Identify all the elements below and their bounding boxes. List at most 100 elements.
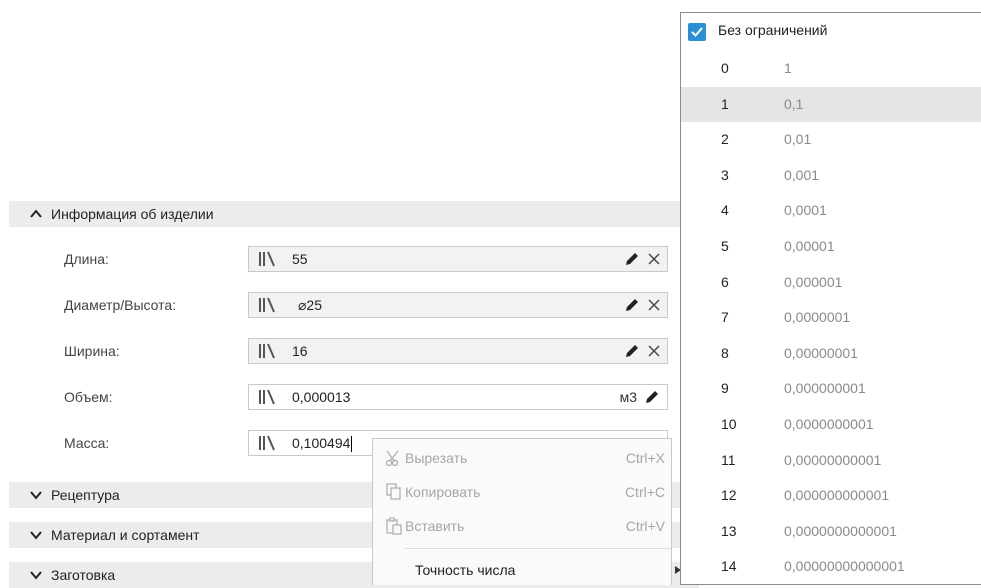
width-value[interactable]: 16 — [292, 343, 308, 359]
precision-option[interactable]: 14 0,00000000000001 — [681, 549, 981, 584]
diameter-label: Диаметр/Высота: — [64, 297, 177, 313]
precision-option-index: 13 — [721, 523, 737, 539]
precision-option[interactable]: 9 0,000000001 — [681, 371, 981, 406]
no-limit-option[interactable]: Без ограничений — [681, 13, 981, 49]
precision-option-value: 0,0000001 — [784, 309, 851, 325]
close-icon[interactable] — [647, 298, 661, 312]
precision-option-value: 1 — [784, 60, 792, 76]
menu-item-precision[interactable]: Точность числа — [373, 555, 681, 585]
paste-icon — [386, 517, 402, 535]
precision-option[interactable]: 6 0,000001 — [681, 265, 981, 300]
section-header-product-info[interactable]: Информация об изделии — [9, 201, 699, 227]
text-caret — [351, 436, 353, 453]
precision-option-index: 12 — [721, 487, 737, 503]
precision-option[interactable]: 1 0,1 — [681, 87, 981, 122]
precision-option[interactable]: 13 0,0000000000001 — [681, 514, 981, 549]
section-label: Заготовка — [51, 567, 116, 583]
precision-option-value: 0,00000000000001 — [784, 558, 905, 574]
length-label: Длина: — [64, 251, 109, 267]
context-menu: Вырезать Ctrl+X Копировать Ctrl+C Встави… — [372, 438, 681, 585]
precision-option-index: 8 — [721, 345, 729, 361]
precision-option-index: 3 — [721, 167, 729, 183]
width-field[interactable]: 16 — [248, 338, 668, 364]
precision-option-index: 10 — [721, 416, 737, 432]
precision-option[interactable]: 10 0,0000000001 — [681, 407, 981, 442]
precision-option[interactable]: 3 0,001 — [681, 158, 981, 193]
diameter-field[interactable]: ⌀25 — [248, 292, 668, 318]
precision-option-value: 0,0000000000001 — [784, 523, 897, 539]
precision-dropdown: Без ограничений 0 1 1 0,1 2 0,01 3 0,001 4 0,0001… — [680, 12, 981, 585]
chevron-down-icon — [30, 491, 42, 500]
close-icon[interactable] — [647, 252, 661, 266]
precision-option-index: 4 — [721, 202, 729, 218]
precision-option[interactable]: 11 0,00000000001 — [681, 443, 981, 478]
precision-option-value: 0,0000000001 — [784, 416, 874, 432]
precision-option-value: 0,1 — [784, 96, 804, 112]
precision-option-value: 0,000001 — [784, 274, 843, 290]
precision-option[interactable]: 4 0,0001 — [681, 193, 981, 228]
chevron-down-icon — [30, 531, 42, 540]
menu-item-paste[interactable]: Вставить Ctrl+V — [373, 511, 673, 541]
precision-option-index: 2 — [721, 131, 729, 147]
length-value[interactable]: 55 — [292, 251, 308, 267]
precision-option-index: 9 — [721, 380, 729, 396]
menu-item-cut[interactable]: Вырезать Ctrl+X — [373, 443, 673, 473]
pencil-icon[interactable] — [624, 297, 640, 313]
library-icon[interactable] — [258, 389, 276, 405]
precision-option[interactable]: 7 0,0000001 — [681, 300, 981, 335]
library-icon[interactable] — [258, 297, 276, 313]
chevron-down-icon — [30, 571, 42, 580]
precision-option-value: 0,000000000001 — [784, 487, 890, 503]
volume-unit: м3 — [619, 389, 637, 405]
precision-option-index: 0 — [721, 60, 729, 76]
copy-icon — [386, 483, 401, 500]
precision-option-value: 0,000000001 — [784, 380, 866, 396]
pencil-icon[interactable] — [624, 343, 640, 359]
volume-label: Объем: — [64, 389, 113, 405]
precision-option-value: 0,00000001 — [784, 345, 858, 361]
diameter-value[interactable]: ⌀25 — [298, 297, 322, 314]
shortcut-label: Ctrl+V — [625, 518, 665, 534]
mass-label: Масса: — [64, 435, 110, 451]
library-icon[interactable] — [258, 251, 276, 267]
precision-option[interactable]: 01 — [681, 51, 981, 86]
precision-option[interactable]: 8 0,00000001 — [681, 336, 981, 371]
precision-option-value: 0,001 — [784, 167, 820, 183]
library-icon[interactable] — [258, 343, 276, 359]
section-label: Информация об изделии — [51, 206, 214, 222]
precision-option[interactable]: 12 0,000000000001 — [681, 478, 981, 513]
menu-item-label: Вырезать — [405, 450, 468, 466]
precision-option[interactable]: 5 0,00001 — [681, 229, 981, 264]
checkbox-checked-icon[interactable] — [688, 23, 706, 41]
library-icon[interactable] — [258, 435, 276, 451]
precision-option-value: 0,0001 — [784, 202, 827, 218]
shortcut-label: Ctrl+X — [625, 450, 665, 466]
menu-item-label: Точность числа — [415, 562, 516, 578]
menu-item-label: Копировать — [405, 484, 481, 500]
section-label: Рецептура — [51, 487, 120, 503]
menu-item-copy[interactable]: Копировать Ctrl+C — [373, 477, 673, 507]
precision-option-value: 0,00000000001 — [784, 452, 882, 468]
precision-option-index: 6 — [721, 274, 729, 290]
menu-separator — [405, 548, 671, 549]
precision-option-value: 0,00001 — [784, 238, 835, 254]
no-limit-label: Без ограничений — [718, 22, 828, 38]
precision-option-index: 1 — [721, 96, 729, 112]
volume-value[interactable]: 0,000013 — [292, 389, 350, 405]
shortcut-label: Ctrl+C — [624, 484, 665, 500]
close-icon[interactable] — [647, 344, 661, 358]
mass-value-text: 0,100494 — [292, 435, 351, 451]
precision-option-value: 0,01 — [784, 131, 812, 147]
pencil-icon[interactable] — [644, 389, 660, 405]
length-field[interactable]: 55 — [248, 246, 668, 272]
precision-option-index: 14 — [721, 558, 737, 574]
mass-value[interactable]: 0,100494 — [292, 435, 353, 453]
precision-option[interactable]: 2 0,01 — [681, 122, 981, 157]
volume-field[interactable]: 0,000013 м3 — [248, 384, 668, 410]
chevron-up-icon — [30, 209, 42, 218]
width-label: Ширина: — [64, 343, 120, 359]
menu-item-label: Вставить — [405, 518, 465, 534]
pencil-icon[interactable] — [624, 251, 640, 267]
section-label: Материал и сортамент — [51, 527, 200, 543]
scissors-icon — [385, 450, 399, 467]
